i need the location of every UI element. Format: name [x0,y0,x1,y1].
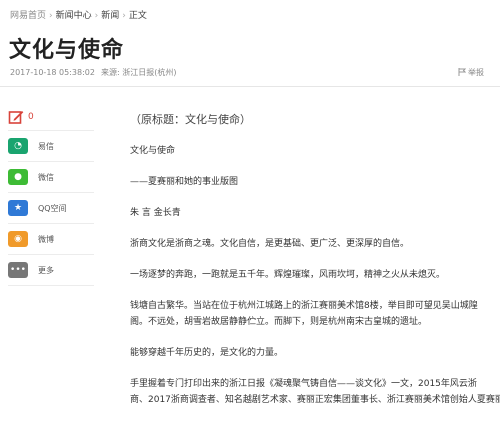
report-label: 举报 [468,68,484,77]
share-label: 微信 [38,172,54,182]
share-sidebar: 0 ◔ 易信 ● 微信 ★ QQ空间 ◉ 微博 ••• 更多 [8,104,94,286]
header-divider [0,86,500,87]
breadcrumb-home[interactable]: 网易首页 [10,11,46,21]
share-wechat[interactable]: ● 微信 [8,162,94,193]
article-paragraph: ——夏赛丽和她的事业版图 [130,177,239,187]
article-source[interactable]: 来源: 浙江日报(杭州) [101,68,176,77]
share-label: 微博 [38,234,54,244]
article-paragraph: 手里握着专门打印出来的浙江日报《凝魂聚气铸自信——谈文化》一文，2015年风云浙 [130,379,477,389]
report-button[interactable]: 举报 [458,67,484,78]
breadcrumb-current: 正文 [128,11,147,21]
share-more[interactable]: ••• 更多 [8,255,94,286]
share-qzone[interactable]: ★ QQ空间 [8,193,94,224]
article-paragraph: 阁。不远处，胡雪岩故居静静伫立。而脚下，则是杭州南宋古皇城的遗址。 [130,317,428,327]
qzone-icon: ★ [8,200,28,216]
article-paragraph: 朱 言 金长青 [130,208,181,218]
more-icon: ••• [8,262,28,278]
article-body: （原标题：文化与使命） 文化与使命 ——夏赛丽和她的事业版图朱 言 金长青浙商文化是… [130,112,500,408]
share-label: 易信 [38,141,54,151]
share-weibo[interactable]: ◉ 微博 [8,224,94,255]
original-title-note: （原标题：文化与使命） [130,113,251,126]
flag-icon [458,68,466,76]
article-paragraph: 浙商文化是浙商之魂。文化自信，是更基础、更广泛、更深厚的自信。 [130,239,410,249]
comment-button[interactable]: 0 [8,104,94,131]
breadcrumb-news[interactable]: 新闻 [101,11,119,21]
share-label: QQ空间 [38,203,67,213]
edit-comment-icon [8,111,24,124]
weibo-icon: ◉ [8,231,28,247]
breadcrumb: 网易首页 › 新闻中心 › 新闻 › 正文 [10,11,147,21]
article-paragraph: 能够穿越千年历史的，是文化的力量。 [130,348,284,358]
article-paragraph: 钱塘自古繁华。当站在位于杭州江城路上的浙江赛丽美术馆8楼，举目即可望见吴山城隍 [130,301,478,311]
article-meta: 2017-10-18 05:38:02 来源: 浙江日报(杭州) [10,67,176,78]
share-yixin[interactable]: ◔ 易信 [8,131,94,162]
publish-time: 2017-10-18 05:38:02 [10,68,95,77]
yixin-icon: ◔ [8,138,28,154]
article-paragraph: 文化与使命 [130,146,176,156]
share-label: 更多 [38,265,54,275]
wechat-icon: ● [8,169,28,185]
page-title: 文化与使命 [9,38,125,63]
article-paragraph: 一场逐梦的奔跑，一跑就是五千年。辉煌璀璨，风雨坎坷，精神之火从未熄灭。 [130,270,446,280]
article-paragraph: 商、2017浙商调查者、知名越剧艺术家、赛丽正宏集团董事长、浙江赛丽美术馆创始人… [130,395,500,405]
comment-count: 0 [28,112,34,122]
breadcrumb-news-center[interactable]: 新闻中心 [56,11,92,21]
